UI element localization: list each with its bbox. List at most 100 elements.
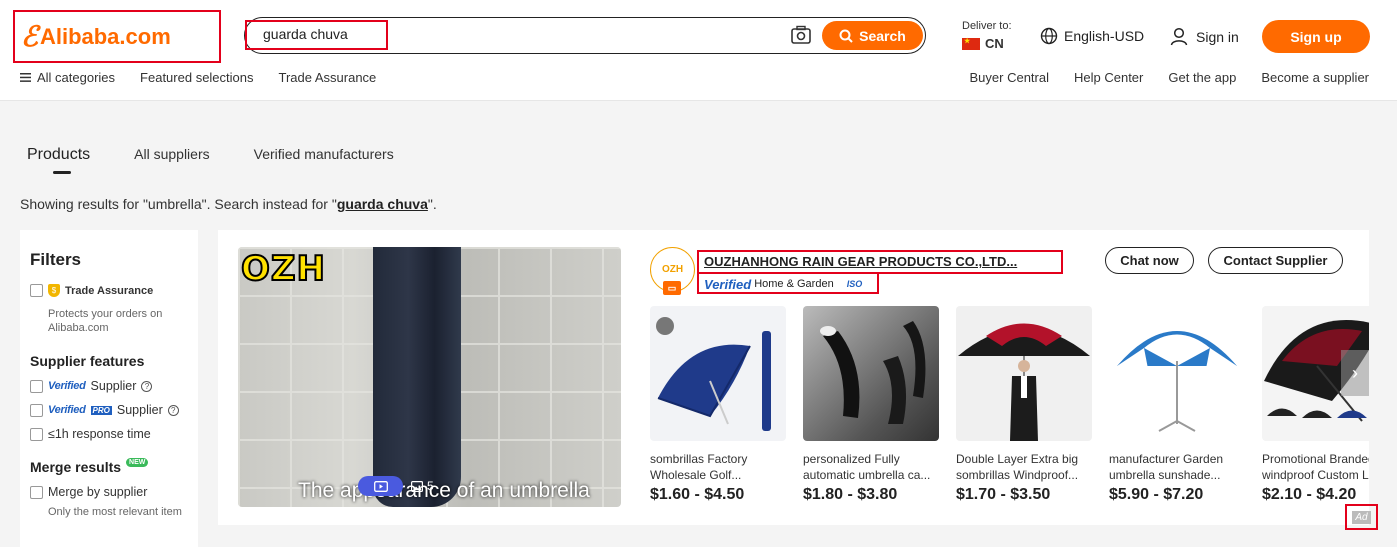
result-tabs: Products All suppliers Verified manufact… — [27, 146, 438, 174]
product-image[interactable] — [803, 306, 939, 441]
product-item[interactable]: manufacturer Garden umbrella sunshade...… — [1109, 306, 1245, 504]
iso-badge: ISO — [846, 279, 863, 289]
checkbox[interactable] — [30, 379, 43, 393]
supplier-logo[interactable]: OZH ▭ — [650, 247, 695, 295]
product-item[interactable]: sombrillas Factory Wholesale Golf... $1.… — [650, 306, 786, 504]
image-icon — [411, 480, 423, 492]
nav-become-supplier[interactable]: Become a supplier — [1261, 70, 1369, 85]
product-title[interactable]: personalized Fully automatic umbrella ca… — [803, 451, 939, 483]
product-item[interactable]: Promotional Branded windproof Custom L..… — [1262, 306, 1369, 504]
product-image[interactable] — [650, 306, 786, 441]
tab-all-suppliers[interactable]: All suppliers — [134, 146, 209, 164]
checkbox[interactable] — [30, 427, 43, 441]
product-title-line: automatic umbrella ca... — [803, 468, 931, 482]
filter-verified-supplier[interactable]: Verified Supplier ? — [30, 379, 198, 393]
pro-badge: PRO — [90, 405, 112, 415]
product-price: $1.80 - $3.80 — [803, 486, 898, 503]
product-video[interactable]: OZH The appearance of an umbrella 5 — [238, 247, 621, 507]
product-price: $1.60 - $4.50 — [650, 486, 745, 503]
filter-label: Supplier — [90, 379, 137, 393]
filters-title: Filters — [30, 250, 82, 269]
video-controls: 5 — [358, 476, 434, 496]
filter-trade-assurance[interactable]: $ Trade Assurance — [30, 284, 198, 297]
search-input[interactable]: guarda chuva — [245, 20, 388, 50]
product-title[interactable]: manufacturer Garden umbrella sunshade... — [1109, 451, 1245, 483]
trade-assurance-note: Protects your orders on Alibaba.com — [48, 308, 163, 334]
product-item[interactable]: Double Layer Extra big sombrillas Windpr… — [956, 306, 1092, 504]
supplier-name-link[interactable]: OUZHANHONG RAIN GEAR PRODUCTS CO.,LTD... — [697, 250, 1063, 274]
help-icon[interactable]: ? — [167, 404, 179, 416]
checkbox[interactable] — [30, 403, 43, 417]
garden-sunshade-umbrella-image — [1117, 331, 1237, 432]
nav-get-app[interactable]: Get the app — [1168, 70, 1236, 85]
nav-featured-selections[interactable]: Featured selections — [140, 70, 253, 85]
product-item[interactable]: personalized Fully automatic umbrella ca… — [803, 306, 939, 504]
checkbox[interactable] — [30, 284, 43, 297]
verified-badge: Verified — [704, 276, 752, 292]
logo-mark-icon: ℰ — [21, 21, 38, 52]
new-badge: NEW — [126, 458, 149, 467]
menu-icon — [20, 73, 31, 82]
search-icon — [839, 29, 853, 43]
notice-suffix: ". — [427, 196, 437, 212]
contact-supplier-button[interactable]: Contact Supplier — [1208, 247, 1343, 274]
product-title[interactable]: sombrillas Factory Wholesale Golf... — [650, 451, 786, 483]
product-title-line: manufacturer Garden — [1109, 452, 1224, 466]
umbrella-image — [373, 247, 461, 507]
globe-icon — [1040, 27, 1058, 45]
nav-help-center[interactable]: Help Center — [1074, 70, 1143, 85]
deliver-to[interactable]: Deliver to: CN — [962, 20, 1012, 51]
carousel-next-button[interactable]: › — [1341, 350, 1369, 396]
language-currency-selector[interactable]: English-USD — [1040, 27, 1144, 45]
product-title[interactable]: Double Layer Extra big sombrillas Windpr… — [956, 451, 1092, 483]
notice-prefix: Showing results for "umbrella". Search i… — [20, 196, 337, 212]
sign-up-button[interactable]: Sign up — [1262, 20, 1370, 53]
filters-panel: Filters $ Trade Assurance Protects your … — [20, 230, 198, 547]
product-image[interactable] — [1109, 306, 1245, 441]
nav-buyer-central[interactable]: Buyer Central — [970, 70, 1049, 85]
video-caption: The appearance of an umbrella — [298, 479, 590, 502]
folding-umbrella-image — [820, 321, 926, 424]
chat-now-button[interactable]: Chat now — [1105, 247, 1194, 274]
nav-trade-assurance[interactable]: Trade Assurance — [279, 70, 377, 85]
filter-response-time[interactable]: ≤1h response time — [30, 427, 198, 441]
language-label: English-USD — [1064, 28, 1145, 44]
sign-in-link[interactable]: Sign in — [1170, 27, 1239, 46]
play-video-button[interactable] — [358, 476, 403, 496]
search-bar: guarda chuva Search — [244, 17, 926, 54]
product-title[interactable]: Promotional Branded windproof Custom L..… — [1262, 451, 1369, 483]
product-image[interactable] — [956, 306, 1092, 441]
product-title-line: sombrillas Factory — [650, 452, 748, 466]
merge-title-label: Merge results — [30, 459, 122, 475]
search-button[interactable]: Search — [822, 21, 923, 50]
product-title-line: sombrillas Windproof... — [956, 468, 1079, 482]
filter-merge-by-supplier[interactable]: Merge by supplier — [30, 485, 198, 499]
tab-verified-manufacturers[interactable]: Verified manufacturers — [254, 146, 394, 164]
product-title-line: Wholesale Golf... — [650, 468, 742, 482]
filter-label: Supplier — [116, 403, 163, 417]
supplier-logo-text: OZH — [661, 264, 684, 275]
product-price: $1.70 - $3.50 — [956, 486, 1051, 503]
trade-assurance-shield-icon: $ — [48, 284, 60, 297]
image-count-value: 5 — [427, 479, 434, 493]
blue-golf-umbrella-image — [656, 317, 771, 431]
supplier-features-title: Supplier features — [30, 353, 145, 369]
nav-all-categories[interactable]: All categories — [20, 70, 115, 85]
sign-in-label: Sign in — [1196, 28, 1239, 45]
checkbox[interactable] — [30, 485, 43, 499]
verified-badge: Verified — [48, 380, 86, 392]
help-icon[interactable]: ? — [141, 380, 153, 392]
alibaba-logo[interactable]: ℰ Alibaba.com — [13, 10, 221, 63]
supplier-tags: Verified Home & Garden ISO — [697, 272, 879, 294]
filter-verified-pro-supplier[interactable]: Verified PRO Supplier ? — [30, 403, 198, 417]
supplier-product-card: OZH The appearance of an umbrella 5 OZH … — [218, 230, 1378, 530]
nav-all-categories-label: All categories — [37, 70, 116, 85]
help-nav: Buyer Central Help Center Get the app Be… — [970, 70, 1369, 85]
tab-products[interactable]: Products — [27, 146, 90, 174]
image-count[interactable]: 5 — [411, 479, 434, 493]
search-button-label: Search — [859, 27, 906, 44]
ad-label: Ad — [1345, 504, 1378, 530]
search-instead-link[interactable]: guarda chuva — [337, 196, 428, 212]
camera-search-icon[interactable] — [790, 24, 812, 46]
ad-badge: Ad — [1352, 510, 1371, 524]
